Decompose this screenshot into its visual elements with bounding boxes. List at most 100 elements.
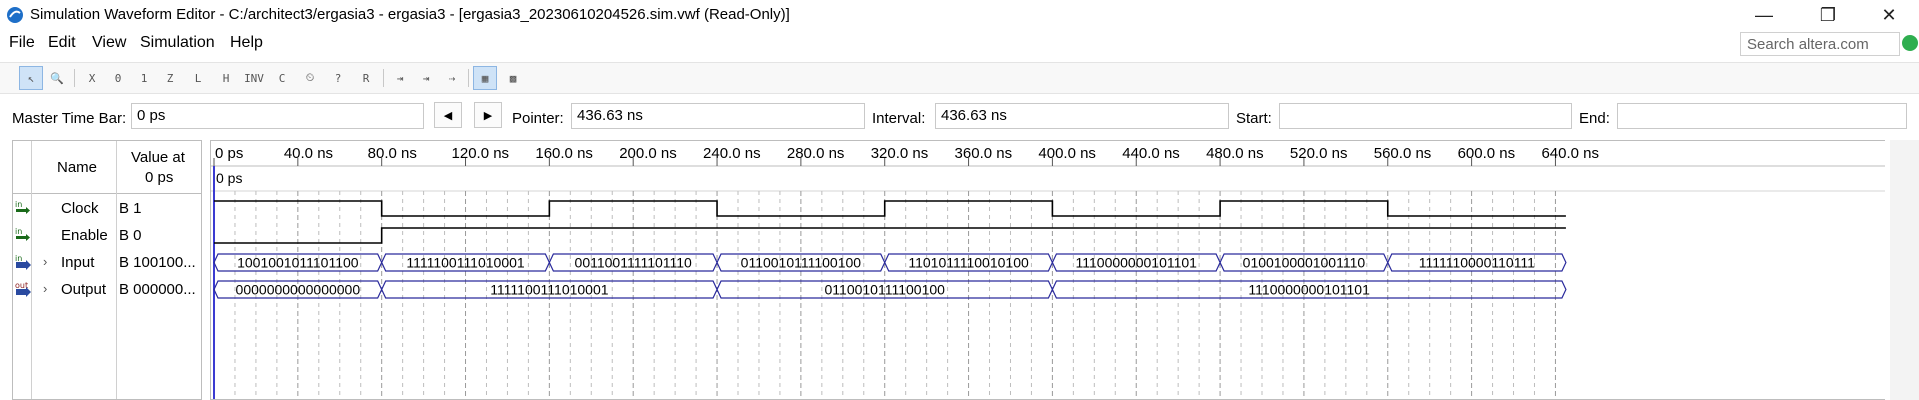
input-waveform-value: 1101011110010100: [908, 255, 1029, 271]
run-functional-simulation-icon[interactable]: ⇥: [388, 66, 412, 90]
generate-netlist-icon[interactable]: ⇢: [440, 66, 464, 90]
time-tick-label: 360.0 ns: [955, 145, 1013, 162]
toolbar-separator: [74, 69, 75, 87]
window-title: Simulation Waveform Editor - C:/architec…: [30, 6, 790, 23]
time-tick-label: 200.0 ns: [619, 145, 677, 162]
signal-name: Output: [61, 281, 107, 298]
clock-waveform: [214, 200, 1566, 217]
end-field[interactable]: [1617, 103, 1907, 129]
force-low-icon[interactable]: 0: [106, 66, 130, 90]
end-label: End:: [1579, 110, 1610, 127]
pointer-icon[interactable]: ↖: [19, 66, 43, 90]
name-column-header[interactable]: Name: [57, 159, 97, 176]
time-tick-label: 160.0 ns: [535, 145, 593, 162]
time-tick-label: 400.0 ns: [1038, 145, 1096, 162]
waveform-toolbar: ↖ 🔍 X 0 1 Z L H INV C ⏲ ? R ⇥ ⇥ ⇢ ▦ ▩: [0, 62, 1919, 94]
expand-chevron-icon[interactable]: ›: [43, 254, 47, 269]
signal-name: Input: [61, 254, 95, 271]
master-time-bar-label: Master Time Bar:: [12, 110, 127, 127]
signal-value: B 100100...: [119, 254, 196, 271]
signal-row-input[interactable]: in › Input B 100100...: [13, 249, 201, 276]
time-tick-label: 40.0 ns: [284, 145, 333, 162]
signal-value: B 0: [119, 227, 142, 244]
input-waveform-value: 0011001111101110: [575, 255, 693, 271]
expand-chevron-icon[interactable]: ›: [43, 281, 47, 296]
toolbar-separator: [383, 69, 384, 87]
time-tick-label: 640.0 ns: [1541, 145, 1599, 162]
interval-field[interactable]: 436.63 ns: [935, 103, 1229, 129]
menu-view[interactable]: View: [92, 34, 126, 52]
clock-icon[interactable]: ⏲: [298, 66, 322, 90]
count-value-icon[interactable]: C: [270, 66, 294, 90]
svg-text:in: in: [15, 227, 22, 236]
minimize-button[interactable]: —: [1741, 2, 1787, 28]
output-waveform-value: 0110010111100100: [825, 282, 946, 298]
maximize-button[interactable]: ❐: [1805, 2, 1851, 28]
vertical-scrollbar[interactable]: [1890, 140, 1919, 400]
signal-list-header: Name Value at 0 ps: [13, 141, 201, 194]
time-tick-label: 120.0 ns: [452, 145, 510, 162]
time-tick-label: 80.0 ns: [368, 145, 417, 162]
time-tick-label: 320.0 ns: [871, 145, 929, 162]
signal-name: Clock: [61, 200, 99, 217]
globe-icon[interactable]: [1902, 35, 1918, 51]
menu-edit[interactable]: Edit: [48, 34, 76, 52]
input-waveform-value: 0100100001001110: [1243, 255, 1366, 271]
start-field[interactable]: [1279, 103, 1572, 129]
output-waveform-value: 1110000000101101: [1248, 282, 1370, 298]
output-waveform-value: 0000000000000000: [236, 282, 361, 298]
svg-text:in: in: [15, 254, 22, 263]
next-transition-button[interactable]: ▶: [474, 102, 502, 128]
signal-value: B 000000...: [119, 281, 196, 298]
random-value-icon[interactable]: R: [354, 66, 378, 90]
signal-name: Enable: [61, 227, 108, 244]
previous-transition-button[interactable]: ◀: [434, 102, 462, 128]
input-waveform-value: 1111110000110111: [1419, 255, 1535, 271]
arbitrary-value-icon[interactable]: ?: [326, 66, 350, 90]
output-waveform-value: 1111100111010001: [490, 282, 609, 298]
zoom-icon[interactable]: 🔍: [45, 66, 69, 90]
input-waveform-value: 0110010111100100: [741, 255, 862, 271]
close-button[interactable]: ✕: [1866, 2, 1912, 28]
invert-icon[interactable]: INV: [242, 66, 266, 90]
output-bus-icon: out: [15, 281, 31, 297]
input-pin-icon: in: [15, 200, 30, 214]
force-high-impedance-icon[interactable]: Z: [158, 66, 182, 90]
time-tick-label: 0 ps: [215, 145, 243, 162]
title-bar: Simulation Waveform Editor - C:/architec…: [0, 0, 1919, 30]
menu-simulation[interactable]: Simulation: [140, 34, 215, 52]
enable-waveform: [214, 227, 1566, 244]
force-weak-high-icon[interactable]: H: [214, 66, 238, 90]
input-pin-icon: in: [15, 227, 30, 241]
waveform-panel[interactable]: 0 ps 40.0 ns 80.0 ns 120.0 ns 160.0 ns 200.0 …: [210, 140, 1885, 400]
time-bar: Master Time Bar: 0 ps ◀ ▶ Pointer: 436.6…: [0, 98, 1919, 138]
input-waveform-value: 1110000000101101: [1076, 255, 1198, 271]
force-unknown-icon[interactable]: X: [80, 66, 104, 90]
signal-row-enable[interactable]: in Enable B 0: [13, 222, 201, 249]
group-icon[interactable]: ▩: [501, 66, 525, 90]
force-weak-low-icon[interactable]: L: [186, 66, 210, 90]
time-tick-label: 520.0 ns: [1290, 145, 1348, 162]
input-waveform-value: 1111100111010001: [406, 255, 525, 271]
menu-help[interactable]: Help: [230, 34, 263, 52]
time-tick-label: 240.0 ns: [703, 145, 761, 162]
search-input[interactable]: [1740, 32, 1900, 56]
run-timing-simulation-icon[interactable]: ⇥: [414, 66, 438, 90]
signal-value: B 1: [119, 200, 142, 217]
snap-to-grid-icon[interactable]: ▦: [473, 66, 497, 90]
pointer-label: Pointer:: [512, 110, 564, 127]
time-tick-label: 440.0 ns: [1122, 145, 1180, 162]
time-tick-label: 480.0 ns: [1206, 145, 1264, 162]
interval-label: Interval:: [872, 110, 926, 127]
value-column-header[interactable]: Value at: [131, 149, 185, 166]
toolbar-separator: [468, 69, 469, 87]
signal-row-clock[interactable]: in Clock B 1: [13, 195, 201, 222]
quartus-app-icon: [7, 7, 23, 23]
master-time-bar-field[interactable]: 0 ps: [131, 103, 424, 129]
waveform-canvas[interactable]: 0 ps 40.0 ns 80.0 ns 120.0 ns 160.0 ns 200.0 …: [211, 141, 1885, 400]
force-high-icon[interactable]: 1: [132, 66, 156, 90]
time-tick-label: 600.0 ns: [1458, 145, 1516, 162]
signal-row-output[interactable]: out › Output B 000000...: [13, 276, 201, 303]
pointer-field[interactable]: 436.63 ns: [571, 103, 865, 129]
menu-file[interactable]: File: [9, 34, 35, 52]
